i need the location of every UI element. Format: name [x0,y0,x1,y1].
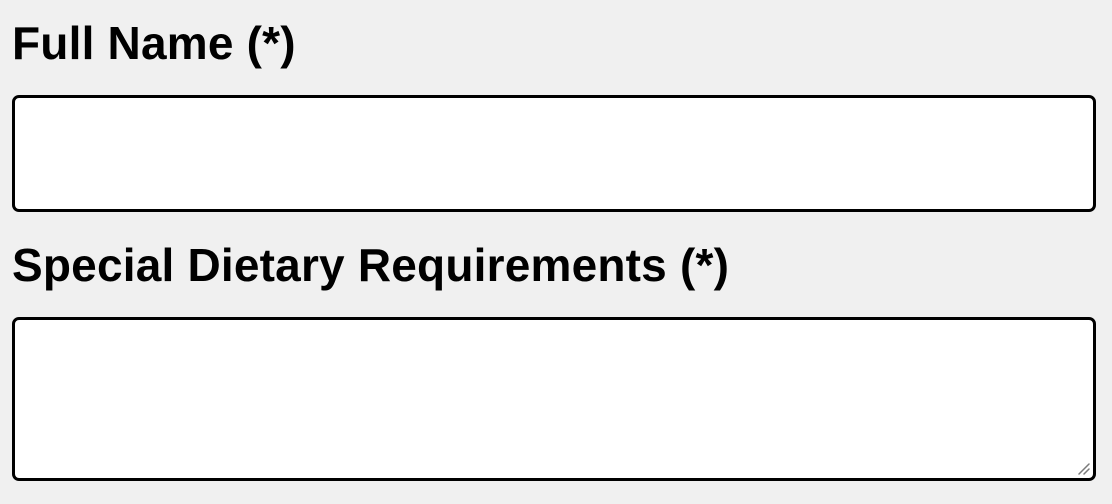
full-name-input[interactable] [12,95,1096,212]
dietary-requirements-textarea[interactable] [12,317,1096,481]
dietary-requirements-label: Special Dietary Requirements (*) [12,239,730,291]
dietary-requirements-field [12,317,1096,481]
guest-details-form: Full Name (*) Special Dietary Requiremen… [0,0,1112,504]
full-name-label: Full Name (*) [12,17,296,69]
resize-handle-icon[interactable] [1076,461,1090,475]
